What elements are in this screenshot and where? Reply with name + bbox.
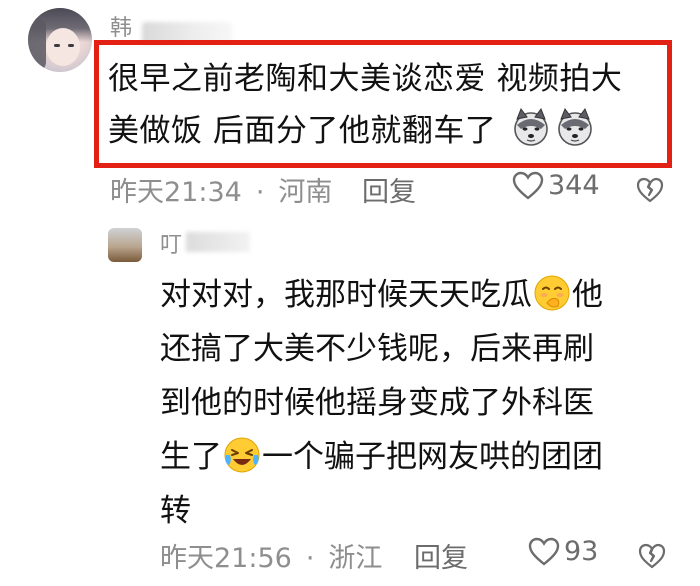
comment-meta: 昨天21:34 · 河南 [110,170,346,209]
broken-heart-icon[interactable] [636,176,664,204]
like-button[interactable]: 344 [512,170,600,201]
reply-button[interactable]: 回复 [362,170,416,209]
reply-button[interactable]: 回复 [414,536,468,575]
reply-author[interactable]: 叮 [160,227,182,259]
avatar[interactable] [28,8,92,72]
comment-text: 很早之前老陶和大美谈恋爱 视频拍大 美做饭 后面分了他就翻车了 [108,53,668,157]
doge-icon [557,107,592,146]
like-count: 93 [564,536,599,567]
comment-location: 河南 [278,177,333,208]
reply-location: 浙江 [328,543,383,574]
comment-line-2: 美做饭 后面分了他就翻车了 [108,105,668,157]
reply-line-4: 生了 一个骗子把网友哄的团团 [160,430,680,484]
reply-line-1: 对对对，我那时候天天吃瓜 他 [160,268,680,322]
like-count: 344 [548,170,600,201]
reply-line-2: 还搞了大美不少钱呢，后来再刷 [160,331,594,367]
reply-avatar[interactable] [108,228,142,262]
laughing-tears-icon [224,437,260,473]
reply-meta: 昨天21:56 · 浙江 [160,536,382,575]
heart-icon [512,171,544,200]
reply-line-5: 转 [160,493,191,529]
reply-time: 昨天21:56 [160,543,292,574]
comment-author[interactable]: 韩 [110,10,132,42]
doge-icon [513,107,548,146]
comment-time: 昨天21:34 [110,177,242,208]
giggle-face-icon [534,275,570,311]
like-button[interactable]: 93 [528,536,598,567]
reply-text: 对对对，我那时候天天吃瓜 他 还搞了大美不少钱呢，后来再刷 到他的时候他摇身变成… [160,268,680,538]
broken-heart-icon[interactable] [638,542,666,570]
meta-separator: · [255,177,265,208]
meta-separator: · [305,543,315,574]
comment-line-1: 很早之前老陶和大美谈恋爱 视频拍大 [108,61,623,97]
reply-line-3: 到他的时候他摇身变成了外科医 [160,385,594,421]
blurred-username [186,232,250,252]
heart-icon [528,537,560,566]
